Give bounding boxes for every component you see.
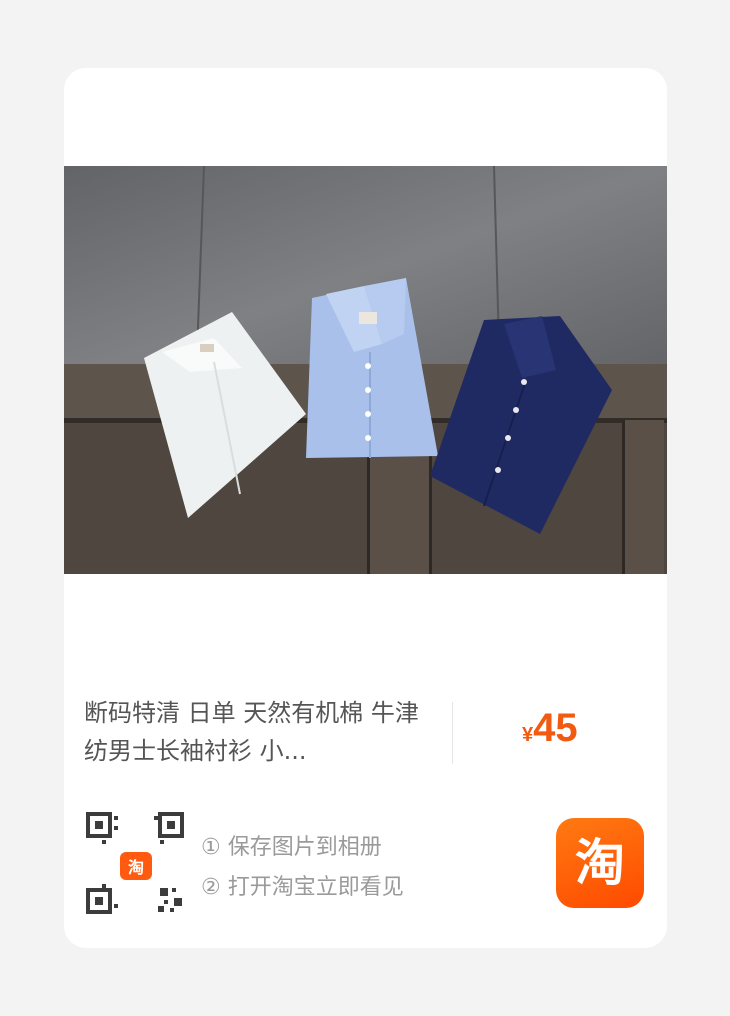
currency-symbol: ¥ [522,724,534,746]
product-title[interactable]: 断码特清 日单 天然有机棉 牛津纺男士长袖衬衫 小... [84,694,424,770]
qr-code[interactable]: 淘 [86,812,186,916]
product-price: ¥45 [522,706,578,751]
step-open-taobao: ② 打开淘宝立即看见 [201,875,404,900]
product-image[interactable] [64,166,667,574]
taobao-logo-icon[interactable]: 淘 [556,818,644,908]
taobao-logo-text: 淘 [575,834,625,892]
taobao-badge-icon: 淘 [120,852,152,880]
product-share-card: 断码特清 日单 天然有机棉 牛津纺男士长袖衬衫 小... ¥45 淘 ① 保存图… [64,68,667,948]
product-photo-graphic [64,166,667,574]
instructions: ① 保存图片到相册 ② 打开淘宝立即看见 [201,828,404,908]
divider [452,702,453,764]
price-value: 45 [533,706,578,750]
step-save-image: ① 保存图片到相册 [201,835,382,860]
